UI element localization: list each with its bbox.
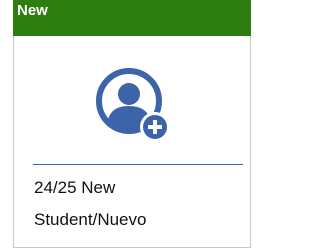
tile-header: New [13, 0, 251, 36]
tile-label-line2: Student/Nuevo [34, 210, 147, 229]
tile-label-line1: 24/25 New [34, 178, 116, 197]
tile-header-label: New [17, 2, 48, 19]
new-student-tile[interactable]: New 24/25 New Student/Nuevo [13, 0, 251, 248]
tile-label: 24/25 New Student/Nuevo [34, 172, 246, 236]
tile-divider [33, 164, 243, 165]
add-user-icon [96, 68, 170, 142]
